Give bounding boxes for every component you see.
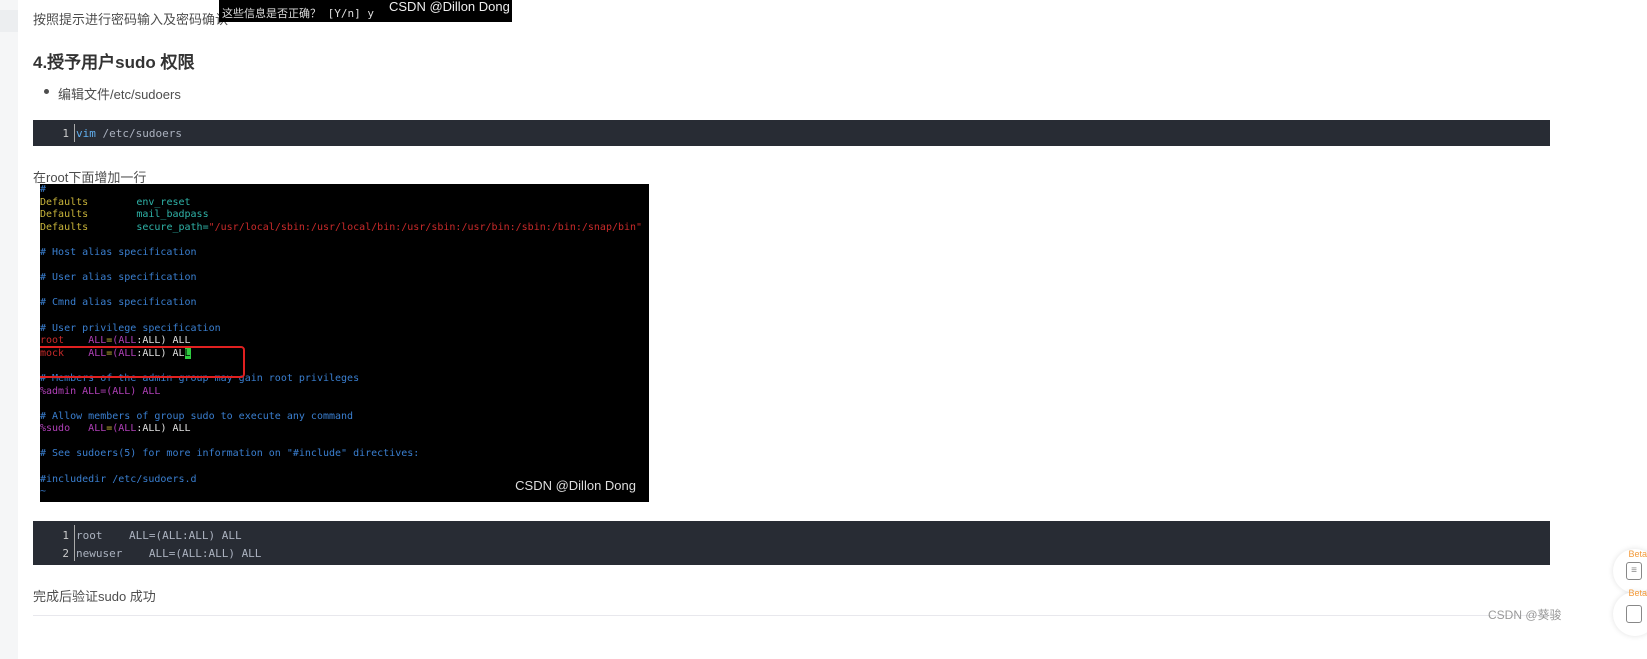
bullet-item: 编辑文件/etc/sudoers — [44, 84, 181, 103]
line-number: 1 — [62, 127, 69, 140]
code-line: root ALL=(ALL:ALL) ALL — [76, 529, 242, 542]
left-gutter — [0, 0, 18, 659]
section-heading: 4.授予用户sudo 权限 — [33, 53, 195, 72]
beta-badge: Beta — [1628, 588, 1647, 598]
intro-text: 按照提示进行密码输入及密码确认 — [33, 12, 229, 27]
code-block-1[interactable]: 1 vim /etc/sudoers — [33, 120, 1550, 146]
code-line: newuser ALL=(ALL:ALL) ALL — [76, 547, 262, 560]
line: # — [40, 184, 47, 195]
line-number: 1 — [62, 529, 69, 542]
paragraph: 完成后验证sudo 成功 — [33, 589, 156, 604]
layout-icon — [1626, 605, 1642, 623]
code-block-2[interactable]: 1 2 root ALL=(ALL:ALL) ALL newuser ALL=(… — [33, 521, 1550, 565]
page-watermark: CSDN @葵骏 — [1488, 608, 1562, 622]
watermark: CSDN @Dillon Dong — [515, 478, 636, 493]
watermark: CSDN @Dillon Dong — [389, 0, 510, 14]
terminal-screenshot: # Defaults env_reset Defaults mail_badpa… — [40, 184, 649, 502]
divider — [33, 615, 1550, 616]
highlight-box — [40, 346, 245, 378]
terminal-line: 这些信息是否正确？ [Y/n] y — [222, 7, 374, 20]
bullet-text: 编辑文件/etc/sudoers — [58, 87, 181, 102]
list-icon: ≡ — [1626, 562, 1642, 580]
sidebar-button[interactable] — [1613, 592, 1647, 636]
code-text: /etc/sudoers — [95, 127, 182, 140]
screenshot-image-top: 这些信息是否正确？ [Y/n] y CSDN @Dillon Dong — [219, 0, 512, 22]
beta-badge: Beta — [1628, 549, 1647, 559]
code-keyword: vim — [76, 127, 96, 140]
line-number: 2 — [62, 547, 69, 560]
